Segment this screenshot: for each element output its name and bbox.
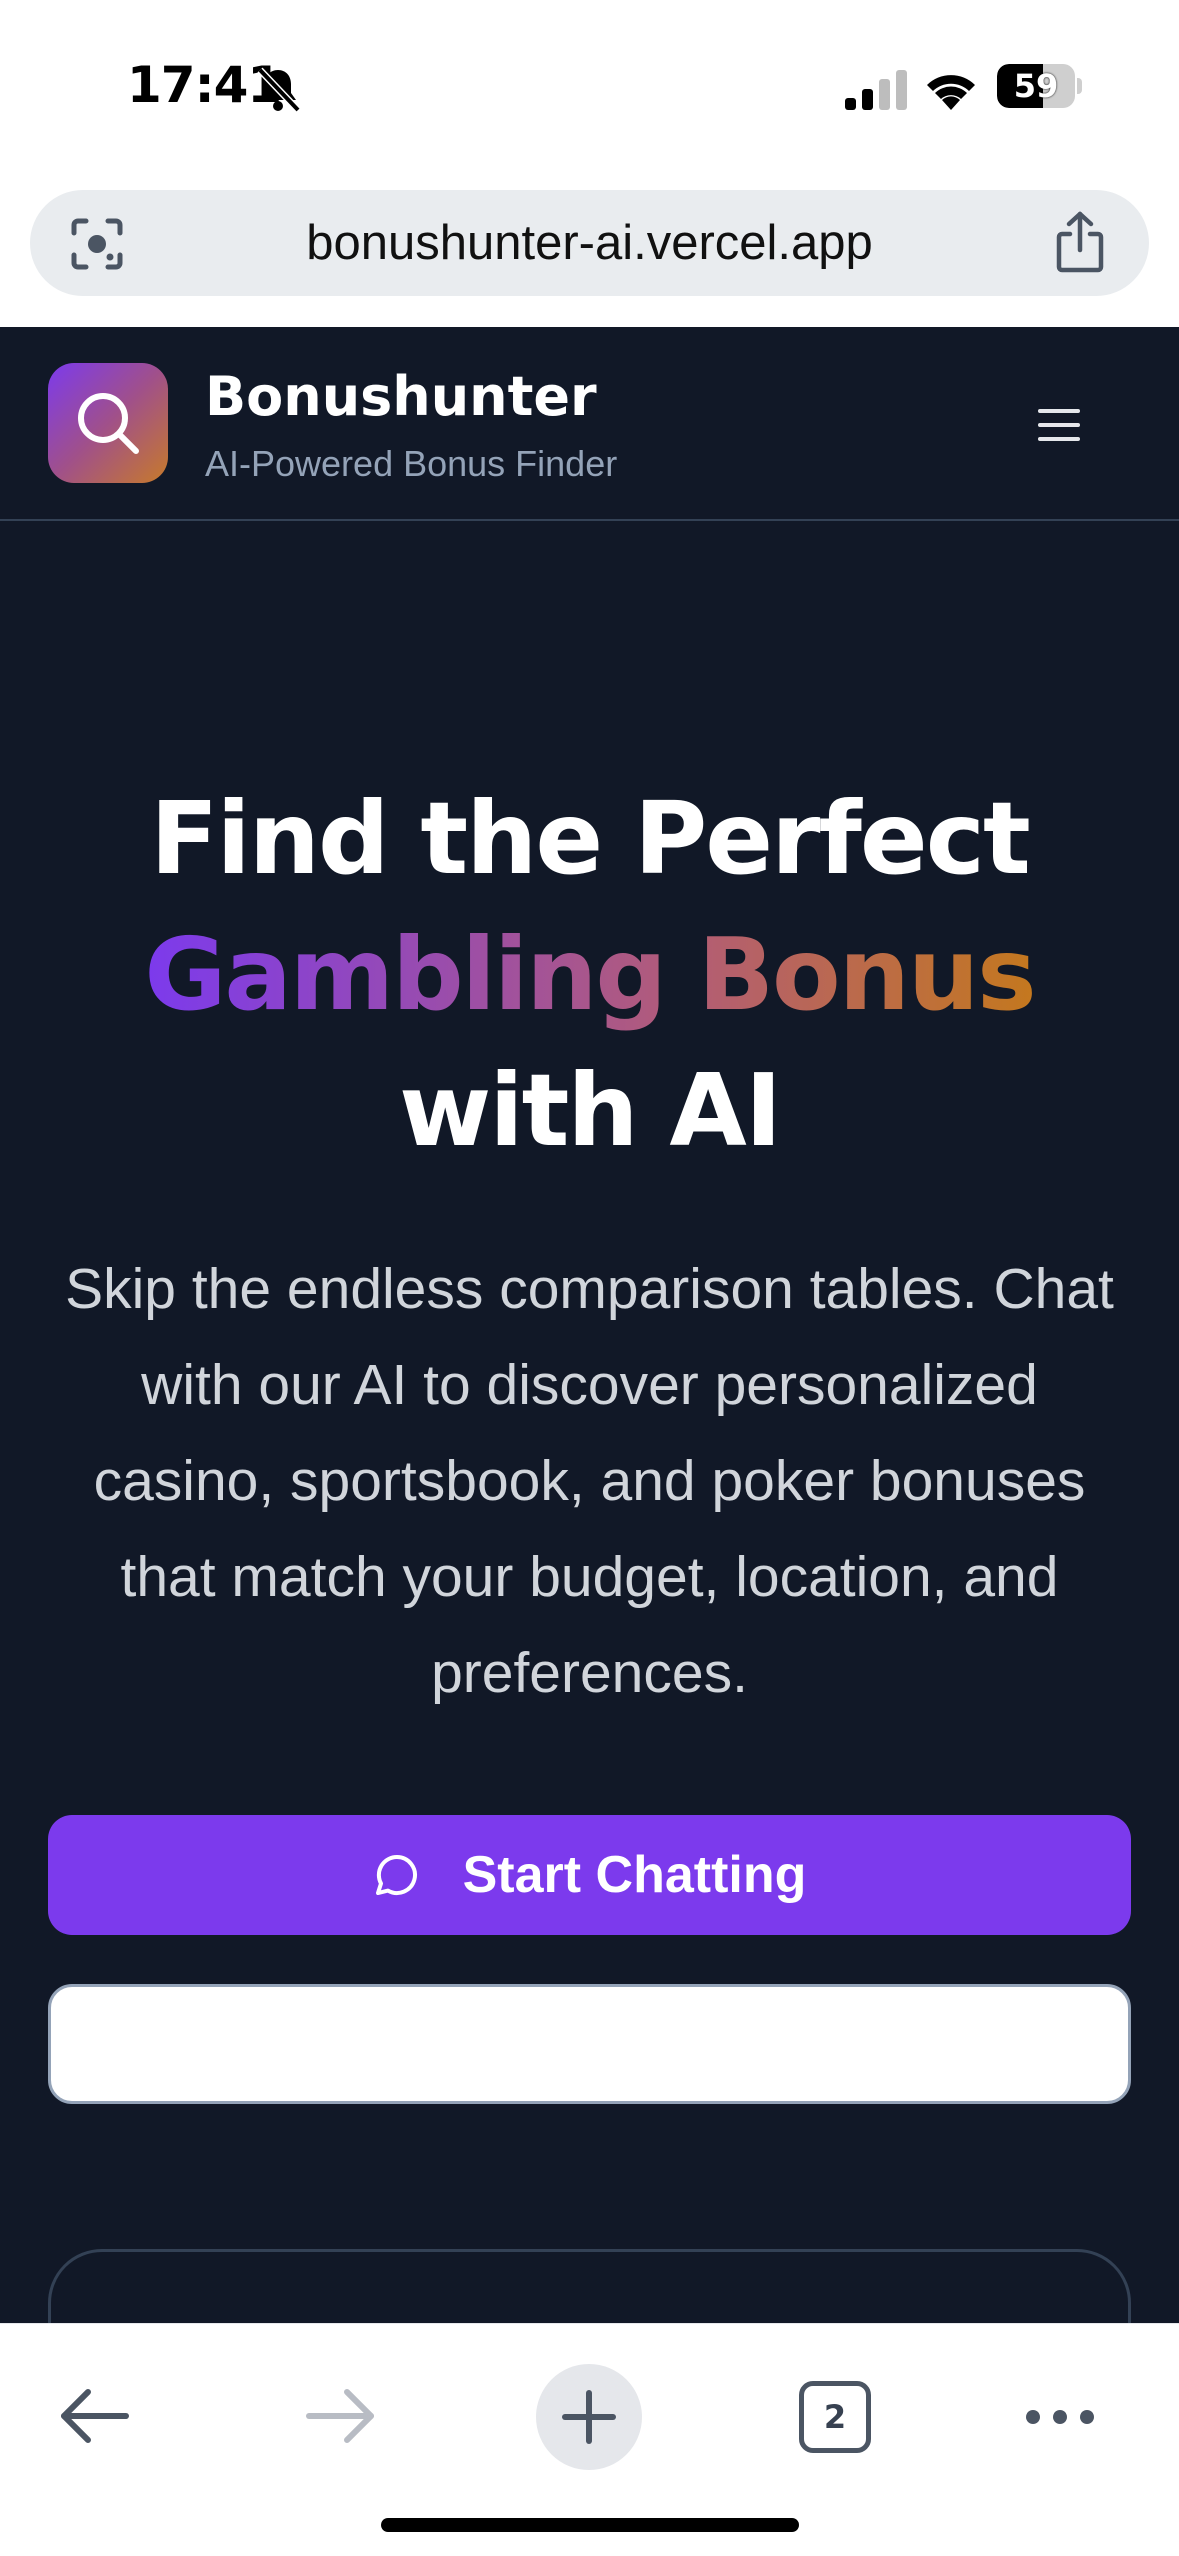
app-header: Bonushunter AI-Powered Bonus Finder: [0, 327, 1179, 521]
hero-title-highlight: Gambling Bonus: [144, 916, 1036, 1033]
feature-card: [48, 2249, 1131, 2323]
battery-percent: 59: [1013, 67, 1059, 105]
bell-slash-icon: [257, 67, 301, 113]
address-bar[interactable]: bonushunter-ai.vercel.app: [30, 190, 1149, 296]
battery-cap: [1077, 78, 1082, 94]
hero-title-part1: Find the Perfect: [150, 780, 1031, 897]
search-icon: [78, 393, 139, 454]
main-content: Find the Perfect Gambling Bonus with AI …: [0, 521, 1179, 2323]
back-arrow-icon[interactable]: [58, 2386, 130, 2446]
tabs-button[interactable]: 2: [799, 2381, 871, 2453]
hero-subtitle: Skip the endless comparison tables. Chat…: [65, 1257, 1114, 1705]
status-bar: 17:41 59: [0, 0, 1179, 175]
brand-tagline: AI-Powered Bonus Finder: [205, 443, 618, 484]
plus-icon: [562, 2390, 616, 2444]
brand-name[interactable]: Bonushunter: [205, 365, 597, 428]
chat-bubble-icon: [375, 1854, 417, 1895]
secondary-button[interactable]: [48, 1984, 1131, 2104]
brand-logo[interactable]: [48, 363, 168, 483]
more-icon[interactable]: [1024, 2404, 1096, 2430]
wifi-icon: [927, 75, 975, 110]
hero-title-part2: with AI: [398, 1052, 782, 1169]
menu-icon[interactable]: [1038, 407, 1080, 443]
start-chatting-button[interactable]: Start Chatting: [48, 1815, 1131, 1935]
url-text: bonushunter-ai.vercel.app: [306, 216, 873, 270]
start-chatting-label: Start Chatting: [462, 1846, 807, 1904]
share-icon[interactable]: [1050, 210, 1110, 274]
new-tab-button[interactable]: [536, 2364, 642, 2470]
battery-indicator: 59: [997, 64, 1075, 108]
hero-title: Find the Perfect Gambling Bonus with AI: [40, 771, 1139, 1179]
forward-arrow-icon[interactable]: [305, 2386, 377, 2446]
signal-icon: [845, 70, 907, 110]
home-indicator[interactable]: [381, 2518, 799, 2532]
